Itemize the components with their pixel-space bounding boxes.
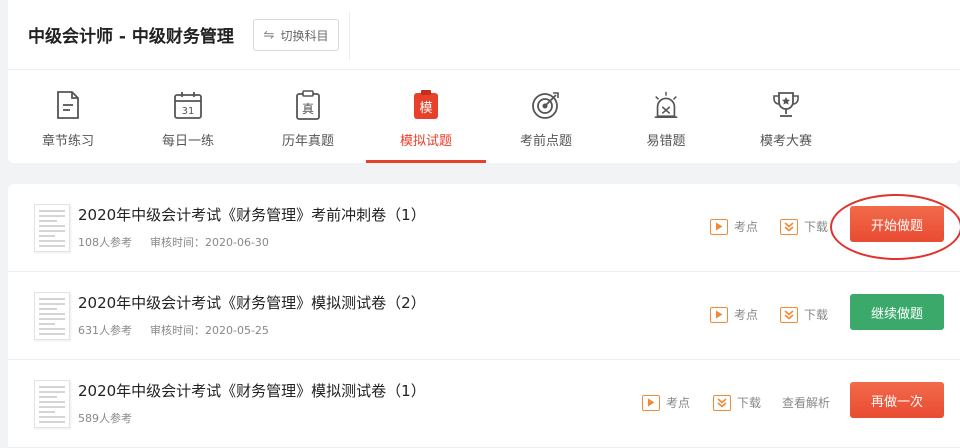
- review-time: 审核时间：2020-05-25: [150, 324, 269, 337]
- nav-label: 历年真题: [281, 134, 334, 149]
- swap-arrows-icon: ⇋: [263, 27, 275, 43]
- top-panel: 中级会计师 - 中级财务管理 ⇋ 切换科目 章节练习 31 每日一练 真 历年真…: [8, 0, 960, 163]
- clipboard-icon: 真: [293, 89, 323, 121]
- kaodian-label: 考点: [734, 308, 759, 322]
- play-icon: [642, 394, 660, 411]
- switch-subject-label: 切换科目: [280, 28, 329, 43]
- nav-label: 每日一练: [161, 134, 214, 149]
- kaodian-label: 考点: [666, 396, 691, 410]
- paper-thumbnail: [34, 204, 70, 252]
- kaodian-button[interactable]: 考点: [642, 394, 690, 411]
- nav-item-error-prone[interactable]: 易错题: [606, 71, 726, 163]
- participants-count: 108人参考: [78, 236, 132, 249]
- nav-label: 章节练习: [41, 134, 94, 149]
- nav-item-daily-practice[interactable]: 31 每日一练: [128, 71, 248, 163]
- nav-label: 模考大赛: [759, 134, 812, 149]
- paper-meta: 108人参考 审核时间：2020-06-30: [78, 234, 269, 250]
- nav-item-chapter-practice[interactable]: 章节练习: [8, 71, 128, 163]
- download-icon: [780, 306, 798, 323]
- download-button[interactable]: 下载: [713, 394, 761, 411]
- nav-item-mock-contest[interactable]: 模考大赛: [726, 71, 846, 163]
- page-title: 中级会计师 - 中级财务管理: [28, 27, 234, 47]
- download-button[interactable]: 下载: [780, 306, 828, 323]
- download-label: 下载: [804, 308, 829, 322]
- nav-label: 模拟试题: [399, 134, 452, 149]
- redo-quiz-button[interactable]: 再做一次: [850, 382, 944, 418]
- download-button[interactable]: 下载: [780, 218, 828, 235]
- header-divider: [349, 12, 350, 60]
- paper-list: 2020年中级会计考试《财务管理》考前冲刺卷（1） 108人参考审核时间：202…: [8, 184, 960, 448]
- switch-subject-button[interactable]: ⇋ 切换科目: [253, 19, 339, 51]
- paper-title[interactable]: 2020年中级会计考试《财务管理》模拟测试卷（2）: [78, 292, 426, 313]
- calendar-icon: 31: [173, 89, 203, 121]
- document-icon: [53, 89, 83, 121]
- nav-item-pre-exam-points[interactable]: 考前点题: [486, 71, 606, 163]
- header: 中级会计师 - 中级财务管理 ⇋ 切换科目: [8, 0, 960, 70]
- participants-count: 589人参考: [78, 412, 132, 425]
- play-icon: [710, 218, 728, 235]
- paper-thumbnail: [34, 292, 70, 340]
- review-time: 审核时间：2020-06-30: [150, 236, 269, 249]
- view-analysis-label: 查看解析: [782, 396, 831, 410]
- nav-label: 考前点题: [519, 134, 572, 149]
- download-label: 下载: [737, 396, 762, 410]
- download-icon: [713, 394, 731, 411]
- paper-meta: 589人参考: [78, 410, 132, 426]
- play-icon: [710, 306, 728, 323]
- nav-item-past-exams[interactable]: 真 历年真题: [248, 71, 368, 163]
- list-item: 2020年中级会计考试《财务管理》考前冲刺卷（1） 108人参考 审核时间：202…: [8, 184, 960, 272]
- kaodian-button[interactable]: 考点: [710, 218, 758, 235]
- download-label: 下载: [804, 220, 829, 234]
- alarm-icon: [651, 89, 681, 121]
- highlight-annotation: [830, 194, 960, 260]
- list-item: 2020年中级会计考试《财务管理》模拟测试卷（2） 631人参考 审核时间：202…: [8, 272, 960, 360]
- nav-item-mock-exams[interactable]: 模 模拟试题: [366, 71, 486, 163]
- paper-title[interactable]: 2020年中级会计考试《财务管理》模拟测试卷（1）: [78, 380, 426, 401]
- mock-exam-icon: 模: [411, 89, 441, 121]
- download-icon: [780, 218, 798, 235]
- list-item: 2020年中级会计考试《财务管理》模拟测试卷（1） 589人参考 考点 下载 查…: [8, 360, 960, 448]
- mock-exam-icon-text: 模: [419, 101, 432, 116]
- nav-label: 易错题: [646, 134, 686, 149]
- category-nav: 章节练习 31 每日一练 真 历年真题 模 模拟试题 考前点题 易错题 模考大赛: [8, 71, 960, 163]
- kaodian-label: 考点: [734, 220, 759, 234]
- target-icon: [531, 89, 561, 121]
- paper-thumbnail: [34, 380, 70, 428]
- trophy-icon: [771, 89, 801, 121]
- participants-count: 631人参考: [78, 324, 132, 337]
- view-analysis-link[interactable]: 查看解析: [782, 394, 830, 411]
- paper-title[interactable]: 2020年中级会计考试《财务管理》考前冲刺卷（1）: [78, 204, 426, 225]
- continue-quiz-button[interactable]: 继续做题: [850, 294, 944, 330]
- clipboard-icon-text: 真: [302, 102, 314, 116]
- calendar-icon-text: 31: [182, 106, 195, 117]
- kaodian-button[interactable]: 考点: [710, 306, 758, 323]
- paper-meta: 631人参考 审核时间：2020-05-25: [78, 322, 269, 338]
